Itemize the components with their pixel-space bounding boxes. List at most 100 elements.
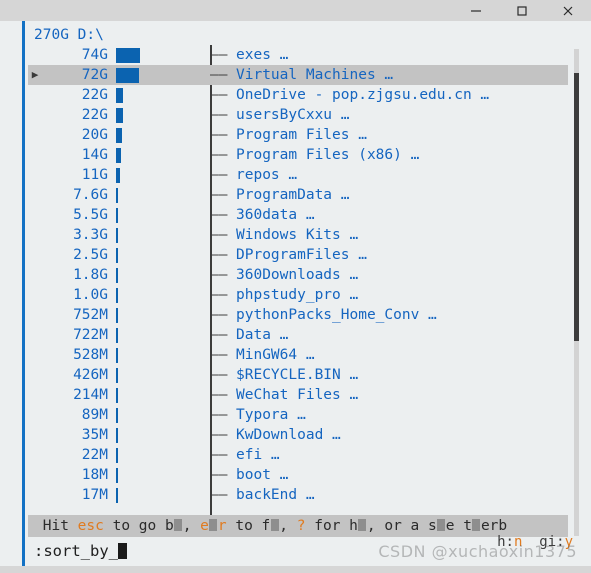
tree-branch-icon: ——	[210, 207, 228, 223]
table-row[interactable]: 722M —— Data …	[28, 325, 568, 345]
table-row[interactable]: 2.5G —— DProgramFiles …	[28, 245, 568, 265]
tree-branch-icon: ——	[210, 227, 228, 243]
row-entry-name: Virtual Machines …	[236, 67, 394, 83]
command-prompt[interactable]: :sort_by_	[28, 539, 428, 563]
row-entry-name: DProgramFiles …	[236, 247, 367, 263]
row-entry-name: usersByCxxu …	[236, 107, 350, 123]
close-icon[interactable]	[545, 0, 591, 21]
window-titlebar	[0, 0, 591, 21]
table-row[interactable]: 22G —— usersByCxxu …	[28, 105, 568, 125]
tree-branch-icon: ——	[210, 407, 228, 423]
row-usage-bar	[116, 248, 204, 263]
table-row[interactable]: 752M —— pythonPacks_Home_Conv …	[28, 305, 568, 325]
row-usage-bar-fill	[116, 348, 118, 363]
table-row[interactable]: 528M —— MinGW64 …	[28, 345, 568, 365]
table-row[interactable]: 22G —— OneDrive - pop.zjgsu.edu.cn …	[28, 85, 568, 105]
row-usage-bar-fill	[116, 268, 118, 283]
tree-branch-icon: ——	[210, 487, 228, 503]
row-entry-name: pythonPacks_Home_Conv …	[236, 307, 437, 323]
row-size-label: 722M	[73, 327, 108, 343]
status-text: ,	[182, 518, 201, 534]
missing-glyph-icon	[174, 519, 183, 531]
table-row[interactable]: 11G —— repos …	[28, 165, 568, 185]
row-usage-bar	[116, 88, 204, 103]
tree-branch-icon: ——	[210, 147, 228, 163]
row-usage-bar	[116, 168, 204, 183]
table-row[interactable]: 214M —— WeChat Files …	[28, 385, 568, 405]
row-size-label: 214M	[73, 387, 108, 403]
row-usage-bar	[116, 348, 204, 363]
table-row[interactable]: 3.3G —— Windows Kits …	[28, 225, 568, 245]
row-entry-name: WeChat Files …	[236, 387, 359, 403]
tree-branch-icon: ——	[210, 287, 228, 303]
row-usage-bar	[116, 468, 204, 483]
tree-branch-icon: ——	[210, 187, 228, 203]
table-row[interactable]: 426M —— $RECYCLE.BIN …	[28, 365, 568, 385]
row-usage-bar	[116, 408, 204, 423]
row-usage-bar	[116, 288, 204, 303]
table-row[interactable]: 17M —— backEnd …	[28, 485, 568, 505]
status-text: Hit	[34, 518, 78, 534]
missing-glyph-icon	[437, 519, 446, 531]
row-usage-bar-fill	[116, 148, 121, 163]
table-row[interactable]: 18M —— boot …	[28, 465, 568, 485]
row-usage-bar-fill	[116, 408, 118, 423]
minimize-icon[interactable]	[453, 0, 499, 21]
tree-branch-icon: ——	[210, 107, 228, 123]
tree-branch-icon: ——	[210, 307, 228, 323]
row-size-label: 3.3G	[73, 227, 108, 243]
table-row[interactable]: 22M —— efi …	[28, 445, 568, 465]
row-size-label: 17M	[81, 487, 108, 503]
row-usage-bar	[116, 308, 204, 323]
page-title: 270G D:\	[34, 27, 104, 43]
table-row[interactable]: 20G —— Program Files …	[28, 125, 568, 145]
table-row[interactable]: 74G —— exes …	[28, 45, 568, 65]
terminal-body[interactable]: 270G D:\ 74G —— exes … ▶ 72G —— Virtual Machin…	[0, 21, 591, 573]
row-size-label: 18M	[81, 467, 108, 483]
tree-branch-icon: ——	[210, 267, 228, 283]
status-text: e t	[445, 518, 472, 534]
table-row[interactable]: 35M —— KwDownload …	[28, 425, 568, 445]
row-size-label: 528M	[73, 347, 108, 363]
tree-branch-icon: ——	[210, 327, 228, 343]
scrollbar-thumb[interactable]	[574, 73, 579, 342]
missing-glyph-icon	[472, 519, 481, 531]
row-entry-name: OneDrive - pop.zjgsu.edu.cn …	[236, 87, 490, 103]
row-size-label: 22M	[81, 447, 108, 463]
table-row[interactable]: 5.5G —— 360data …	[28, 205, 568, 225]
table-row[interactable]: 1.0G —— phpstudy_pro …	[28, 285, 568, 305]
watermark: CSDN @xuchaoxin1375	[378, 542, 577, 561]
row-entry-name: Windows Kits …	[236, 227, 359, 243]
row-entry-name: efi …	[236, 447, 280, 463]
row-size-label: 2.5G	[73, 247, 108, 263]
tree-branch-icon: ——	[210, 367, 228, 383]
row-usage-bar-fill	[116, 448, 118, 463]
row-usage-bar	[116, 128, 204, 143]
table-row[interactable]: 14G —— Program Files (x86) …	[28, 145, 568, 165]
table-row[interactable]: 89M —— Typora …	[28, 405, 568, 425]
row-usage-bar	[116, 268, 204, 283]
tree-branch-icon: ——	[210, 247, 228, 263]
status-text: erb	[480, 518, 508, 534]
row-size-label: 7.6G	[73, 187, 108, 203]
row-usage-bar-fill	[116, 468, 118, 483]
disk-usage-list[interactable]: 270G D:\ 74G —— exes … ▶ 72G —— Virtual Machin…	[28, 25, 568, 505]
row-size-label: 89M	[81, 407, 108, 423]
row-size-label: 426M	[73, 367, 108, 383]
scrollbar[interactable]	[574, 49, 579, 536]
table-row[interactable]: 1.8G —— 360Downloads …	[28, 265, 568, 285]
row-usage-bar	[116, 68, 204, 83]
row-entry-name: KwDownload …	[236, 427, 341, 443]
row-size-label: 752M	[73, 307, 108, 323]
row-size-label: 35M	[81, 427, 108, 443]
row-usage-bar-fill	[116, 188, 119, 203]
missing-glyph-icon	[270, 519, 279, 531]
row-usage-bar-fill	[116, 308, 118, 323]
row-usage-bar-fill	[116, 428, 118, 443]
maximize-icon[interactable]	[499, 0, 545, 21]
table-row[interactable]: ▶ 72G —— Virtual Machines …	[28, 65, 568, 85]
tree-branch-icon: ——	[210, 167, 228, 183]
table-row[interactable]: 7.6G —— ProgramData …	[28, 185, 568, 205]
row-size-label: 5.5G	[73, 207, 108, 223]
row-usage-bar	[116, 228, 204, 243]
